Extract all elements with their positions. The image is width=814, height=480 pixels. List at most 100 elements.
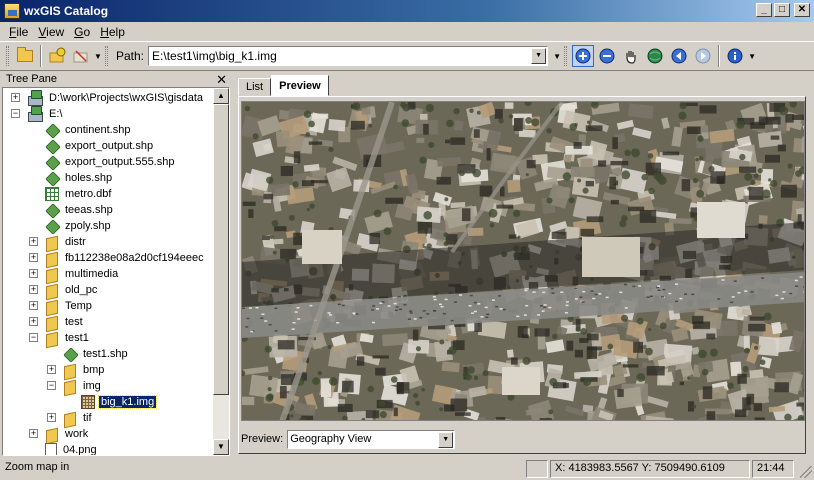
- tree-pane: Tree Pane ✕ + D:\work\Projects\wxGIS\gisd…: [2, 72, 230, 456]
- tree-item[interactable]: − test1: [29, 330, 91, 346]
- close-button[interactable]: ✕: [794, 3, 810, 17]
- path-toolbar-overflow-arrow[interactable]: ▼: [552, 52, 562, 61]
- disconnect-folder-button[interactable]: [70, 45, 92, 67]
- path-value: E:\test1\img\big_k1.img: [152, 49, 277, 63]
- collapse-icon[interactable]: −: [29, 333, 38, 342]
- tree-item[interactable]: 04.png: [45, 442, 99, 455]
- connect-folder-button[interactable]: [46, 45, 68, 67]
- expand-icon[interactable]: +: [11, 93, 20, 102]
- expand-icon[interactable]: +: [29, 429, 38, 438]
- menu-help[interactable]: Help: [95, 25, 130, 39]
- menu-view[interactable]: View: [33, 25, 69, 39]
- tree-item[interactable]: + distr: [29, 234, 88, 250]
- tree-item[interactable]: teeas.shp: [45, 202, 115, 218]
- expand-icon[interactable]: +: [29, 269, 38, 278]
- toolbar-grip[interactable]: [105, 46, 108, 66]
- tree-item[interactable]: + multimedia: [29, 266, 120, 282]
- tab-preview[interactable]: Preview: [271, 75, 329, 96]
- tree-item[interactable]: − img: [47, 378, 103, 394]
- scroll-up-button[interactable]: ▲: [213, 88, 229, 104]
- preview-mode-value: Geography View: [290, 433, 372, 445]
- tree-item-label: test1: [65, 332, 89, 344]
- window-title: wxGIS Catalog: [24, 4, 109, 18]
- toolbar: ▼ Path: E:\test1\img\big_k1.img ▼ ▼ ▼: [0, 41, 814, 71]
- tree-item[interactable]: continent.shp: [45, 122, 132, 138]
- shapefile-icon: [45, 219, 59, 233]
- tree-item[interactable]: holes.shp: [45, 170, 114, 186]
- globe-icon: [647, 48, 663, 64]
- tree-item[interactable]: big_k1.img: [81, 394, 158, 410]
- preview-mode-dropdown-button[interactable]: ▼: [438, 431, 454, 448]
- tree-item[interactable]: + old_pc: [29, 282, 99, 298]
- tree-pane-title: Tree Pane: [6, 73, 57, 85]
- tree-item-label: Temp: [65, 300, 92, 312]
- expand-icon[interactable]: +: [47, 413, 56, 422]
- tree-item[interactable]: + fb112238e08a2d0cf194eeec: [29, 250, 206, 266]
- tree-item[interactable]: + work: [29, 426, 90, 442]
- collapse-icon[interactable]: −: [47, 381, 56, 390]
- tree-item[interactable]: + D:\work\Projects\wxGIS\gisdata: [11, 90, 205, 106]
- tree-item-label: old_pc: [65, 284, 98, 296]
- drive-icon: [27, 106, 43, 122]
- tree-item[interactable]: metro.dbf: [45, 186, 113, 202]
- raster-icon: [81, 395, 95, 409]
- resize-grip-icon[interactable]: [800, 466, 812, 478]
- menu-file[interactable]: File: [4, 25, 33, 39]
- collapse-icon[interactable]: −: [11, 109, 20, 118]
- full-extent-button[interactable]: [644, 45, 666, 67]
- tree-item[interactable]: export_output.shp: [45, 138, 155, 154]
- tab-list[interactable]: List: [238, 78, 272, 96]
- tree-pane-close-icon[interactable]: ✕: [216, 73, 227, 86]
- map-toolbar-overflow-arrow[interactable]: ▼: [747, 52, 757, 61]
- tree-item-label: metro.dbf: [65, 188, 112, 200]
- tree-item[interactable]: export_output.555.shp: [45, 154, 176, 170]
- path-combobox[interactable]: E:\test1\img\big_k1.img ▼: [148, 46, 549, 66]
- toolbar-grip[interactable]: [6, 46, 9, 66]
- scroll-thumb[interactable]: [213, 104, 229, 395]
- toolbar-overflow-arrow[interactable]: ▼: [93, 52, 103, 61]
- tree-item[interactable]: + Temp: [29, 298, 94, 314]
- folder-icon: [45, 283, 59, 297]
- expand-icon[interactable]: +: [29, 317, 38, 326]
- zoom-in-button[interactable]: [572, 45, 595, 67]
- open-folder-button[interactable]: [14, 45, 36, 67]
- zoom-in-icon: [575, 48, 591, 64]
- raster-preview-map[interactable]: [241, 101, 805, 421]
- back-button[interactable]: [668, 45, 690, 67]
- toolbar-separator: [718, 45, 721, 67]
- shapefile-icon: [45, 203, 59, 217]
- expand-icon[interactable]: +: [29, 285, 38, 294]
- expand-icon[interactable]: +: [29, 253, 38, 262]
- maximize-button[interactable]: □: [774, 3, 790, 17]
- status-progress-cell: [526, 460, 548, 478]
- identify-button[interactable]: [724, 45, 746, 67]
- path-dropdown-button[interactable]: ▼: [531, 48, 547, 64]
- folder-icon: [45, 267, 59, 281]
- menu-go[interactable]: Go: [69, 25, 95, 39]
- pan-button[interactable]: [620, 45, 642, 67]
- expand-icon[interactable]: +: [29, 301, 38, 310]
- tree-item[interactable]: + bmp: [47, 362, 106, 378]
- toolbar-grip[interactable]: [564, 46, 568, 66]
- tree-item-label: test1.shp: [83, 348, 128, 360]
- tree-item-label: img: [83, 380, 101, 392]
- zoom-out-button[interactable]: [596, 45, 618, 67]
- expand-icon[interactable]: +: [29, 237, 38, 246]
- window-controls: _ □ ✕: [756, 3, 810, 17]
- shapefile-icon: [63, 347, 77, 361]
- folder-icon: [45, 331, 59, 345]
- minimize-button[interactable]: _: [756, 3, 772, 17]
- forward-button[interactable]: [692, 45, 714, 67]
- expand-icon[interactable]: +: [47, 365, 56, 374]
- scroll-down-button[interactable]: ▼: [213, 439, 229, 455]
- tree-item[interactable]: + tif: [47, 410, 94, 426]
- status-message: Zoom map in: [5, 461, 70, 473]
- tree-item[interactable]: − E:\: [11, 106, 64, 122]
- preview-tab-body: Preview: Geography View ▼: [238, 96, 806, 454]
- catalog-tree[interactable]: + D:\work\Projects\wxGIS\gisdata − E:\ conti…: [2, 87, 230, 456]
- tree-item[interactable]: test1.shp: [63, 346, 130, 362]
- tree-item[interactable]: zpoly.shp: [45, 218, 113, 234]
- tree-item[interactable]: + test: [29, 314, 85, 330]
- preview-mode-select[interactable]: Geography View ▼: [287, 429, 456, 449]
- tree-vertical-scrollbar[interactable]: ▲ ▼: [213, 88, 229, 455]
